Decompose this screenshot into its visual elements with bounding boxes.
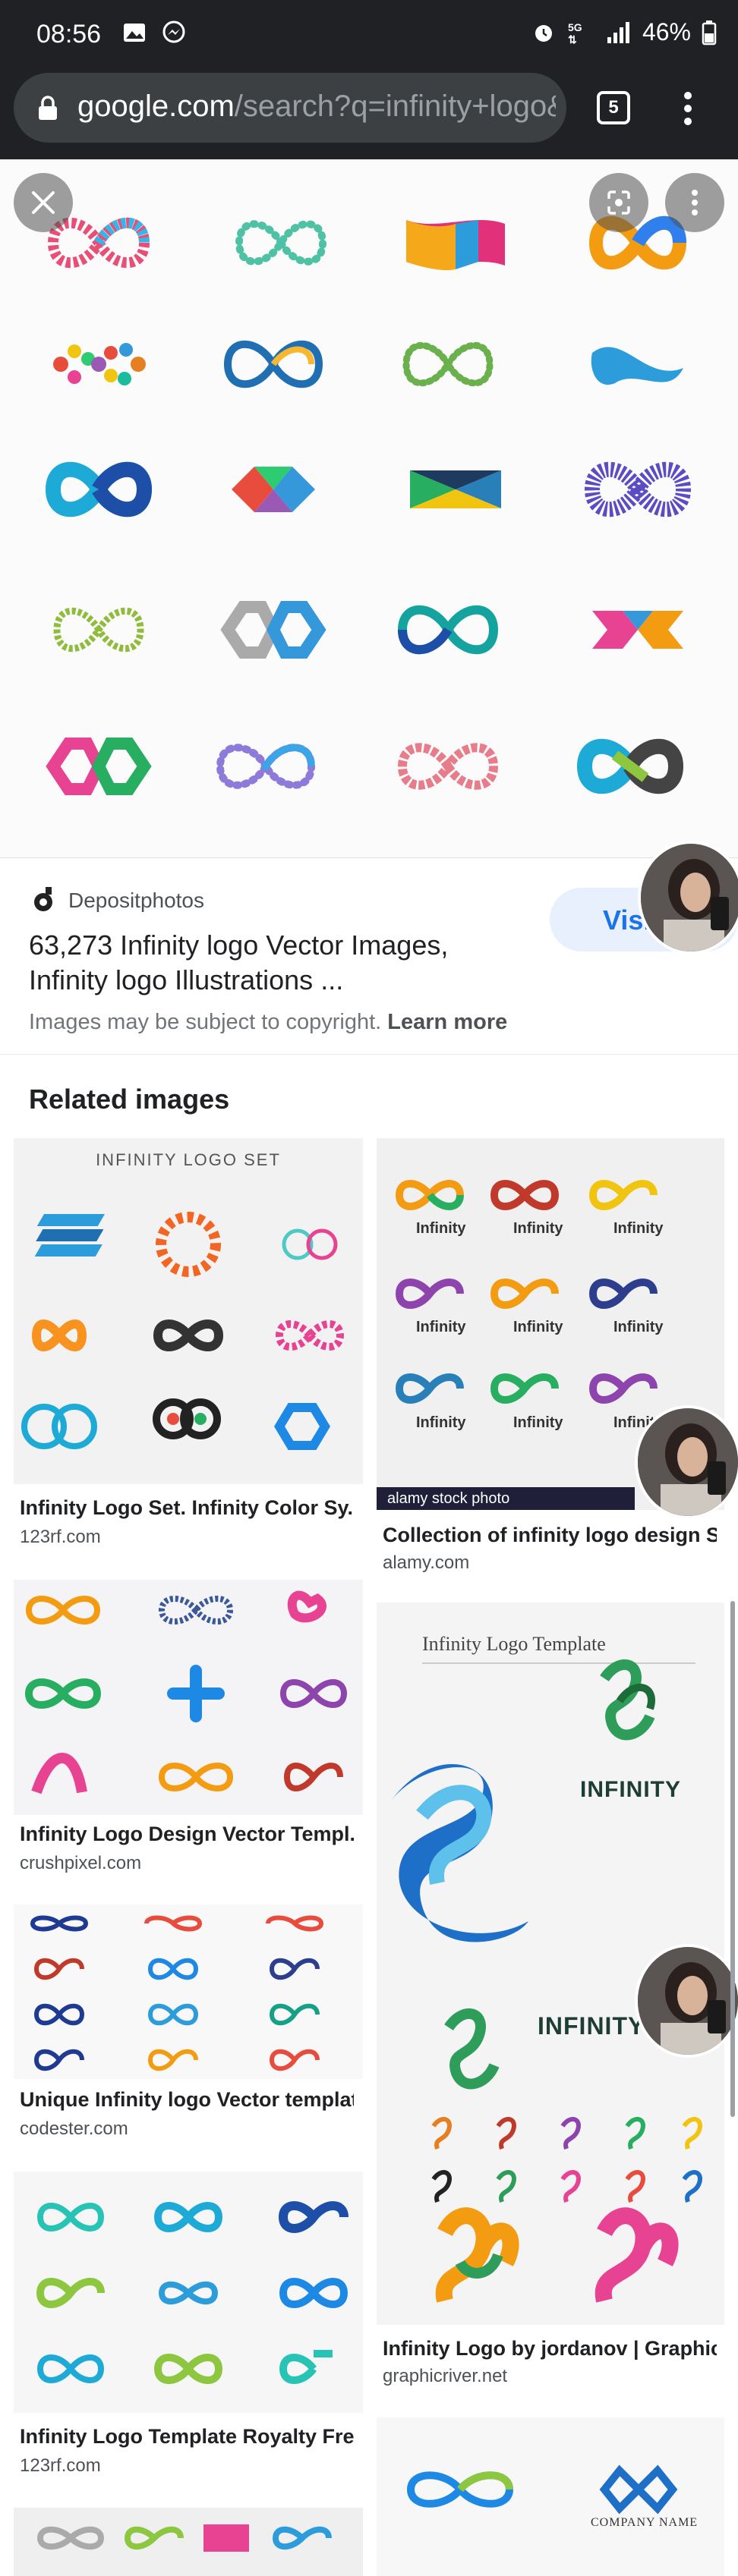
- image-preview[interactable]: [0, 159, 738, 857]
- avatar-photo: [638, 1408, 738, 1516]
- related-title[interactable]: Collection of infinity logo design St...: [383, 1524, 717, 1547]
- gallery-icon: [124, 24, 145, 42]
- collection-word: Infinity: [513, 1414, 563, 1431]
- company-name-text: COMPANY NAME: [591, 2516, 699, 2529]
- battery-icon: [702, 20, 717, 45]
- 5g-icon: 5G⇅: [568, 21, 582, 46]
- logo-grid-illustration: [24, 1590, 348, 1794]
- related-title[interactable]: Infinity Logo Set. Infinity Color Sy...: [20, 1496, 354, 1520]
- depositphotos-logo-icon: [34, 887, 52, 911]
- related-site: graphicriver.net: [383, 2366, 508, 2386]
- more-vert-icon: [692, 190, 698, 215]
- collection-word: Infinity: [416, 1319, 466, 1335]
- infinity-logo-thumb: [406, 220, 505, 271]
- alarm-icon: [535, 24, 552, 42]
- source-site[interactable]: Depositphotos: [68, 889, 204, 913]
- infinity-logo-thumb: [235, 220, 327, 266]
- svg-text:5G: 5G: [568, 21, 582, 33]
- learn-more-link[interactable]: Learn more: [387, 1010, 507, 1034]
- messenger-icon: [162, 20, 185, 43]
- collection-word: Infinity: [613, 1220, 664, 1237]
- infinity-logo-thumb: [576, 738, 684, 794]
- browser-chrome: 08:56 5G ⇅ 46% google.com/search?q=infini…: [0, 0, 738, 159]
- infinity-logo-thumb: [46, 738, 152, 795]
- copyright-notice: Images may be subject to copyright. Lear…: [29, 1010, 507, 1035]
- floating-chat-avatar[interactable]: [635, 1944, 738, 2058]
- status-time: 08:56: [36, 20, 102, 49]
- logo-grid-illustration: [36, 2201, 348, 2384]
- url-host: google.com: [77, 90, 235, 123]
- related-image-thumb[interactable]: [14, 2172, 363, 2413]
- related-image-thumb[interactable]: [14, 2508, 363, 2576]
- infinity-logo-thumb: [402, 341, 494, 387]
- logo-template-illustration: [406, 2464, 678, 2515]
- template-logo-word: INFINITY: [538, 2012, 645, 2040]
- avatar-photo: [638, 1947, 738, 2055]
- copyright-text: Images may be subject to copyright.: [29, 1010, 382, 1034]
- infinity-logo-thumb: [45, 461, 153, 517]
- alamy-watermark: alamy stock photo: [377, 1487, 635, 1510]
- url-text[interactable]: google.com/search?q=infinity+logo&: [77, 90, 556, 124]
- source-title[interactable]: 63,273 Infinity logo Vector Images, Infi…: [29, 928, 500, 998]
- collection-word: Infinity: [513, 1220, 563, 1237]
- avatar-photo: [641, 844, 738, 951]
- infinity-logo-thumb: [220, 601, 326, 659]
- related-site: alamy.com: [383, 1552, 470, 1573]
- url-path: /search?q=infinity+logo&: [234, 90, 556, 123]
- infinity-logo-thumb: [397, 605, 499, 655]
- infinity-logo-thumb: [584, 461, 692, 517]
- infinity-logo-thumb: [53, 607, 144, 653]
- infinity-logo-thumb: [232, 467, 315, 512]
- infinity-logo-thumb: [397, 743, 499, 790]
- scrollbar-thumb[interactable]: [730, 1601, 735, 2117]
- related-title[interactable]: Infinity Logo by jordanov | Graphic...: [383, 2337, 717, 2361]
- close-icon: [32, 191, 55, 214]
- lens-button[interactable]: [589, 173, 648, 232]
- source-panel: Depositphotos 63,273 Infinity logo Vecto…: [0, 857, 738, 1055]
- collection-word: Infinity: [513, 1319, 563, 1335]
- signal-icon: [607, 21, 629, 43]
- close-preview-button[interactable]: [14, 173, 73, 232]
- infinity-logo-thumb: [410, 470, 501, 508]
- browser-menu-icon[interactable]: [671, 90, 705, 127]
- related-title[interactable]: Infinity Logo Template Royalty Fre...: [20, 2425, 354, 2449]
- related-images-heading: Related images: [29, 1084, 230, 1115]
- related-title[interactable]: Infinity Logo Design Vector Templ...: [20, 1823, 354, 1846]
- url-bar[interactable]: google.com/search?q=infinity+logo&: [14, 73, 566, 143]
- related-image-thumb[interactable]: INFINITY LOGO SET: [14, 1138, 363, 1484]
- status-bar: 08:56 5G ⇅ 46%: [0, 0, 738, 68]
- related-site: codester.com: [20, 2118, 128, 2139]
- infinity-logo-thumb: [591, 347, 683, 385]
- floating-chat-avatar[interactable]: [638, 841, 738, 955]
- logo-set-illustration: [21, 1212, 345, 1450]
- template-logo-word: INFINITY: [580, 1777, 681, 1802]
- lens-icon: [607, 190, 630, 215]
- infinity-logo-thumb: [592, 611, 683, 649]
- collection-word: Infinity: [416, 1414, 466, 1431]
- preview-more-button[interactable]: [665, 173, 724, 232]
- collection-word: Infinity: [613, 1319, 664, 1335]
- infinity-logo-thumb: [216, 744, 316, 789]
- collection-word: Infinity: [416, 1220, 466, 1237]
- alamy-watermark-text: alamy stock photo: [387, 1490, 510, 1507]
- related-image-thumb[interactable]: COMPANY NAME: [377, 2417, 724, 2576]
- floating-chat-avatar[interactable]: [635, 1405, 738, 1519]
- svg-text:⇅: ⇅: [568, 33, 577, 46]
- logo-grid-illustration: [36, 2524, 332, 2552]
- infinity-logo-thumb: [53, 343, 146, 385]
- related-site: crushpixel.com: [20, 1853, 142, 1873]
- related-site: 123rf.com: [20, 2455, 101, 2476]
- related-site: 123rf.com: [20, 1527, 101, 1547]
- battery-percent: 46%: [642, 18, 691, 46]
- related-image-thumb[interactable]: [14, 1904, 363, 2079]
- related-image-thumb[interactable]: [14, 1580, 363, 1815]
- logo-grid-illustration: [30, 1915, 324, 2071]
- lock-icon: [39, 96, 57, 120]
- tab-switcher-button[interactable]: 5: [597, 91, 630, 124]
- related-title[interactable]: Unique Infinity logo Vector templat...: [20, 2088, 354, 2112]
- infinity-logo-thumb: [223, 340, 323, 388]
